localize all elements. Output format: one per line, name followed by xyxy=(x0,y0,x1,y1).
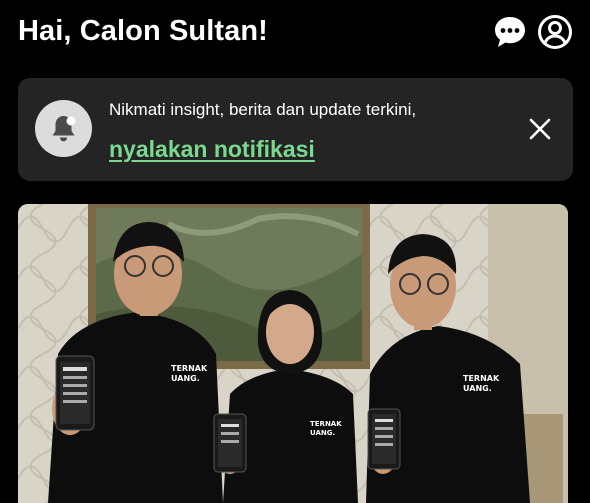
shirt-logo-right-2: UANG. xyxy=(463,384,492,393)
enable-notification-link[interactable]: nyalakan notifikasi xyxy=(109,136,315,163)
close-icon xyxy=(529,118,551,140)
shirt-logo-middle-2: UANG. xyxy=(310,429,335,437)
shirt-logo-middle-1: TERNAK xyxy=(310,420,342,428)
chat-button[interactable] xyxy=(492,14,528,50)
bell-icon xyxy=(52,116,76,142)
close-notification-button[interactable] xyxy=(526,115,554,143)
team-photo: TERNAK UANG. TERNAK UANG. TERNAK UANG. xyxy=(18,204,568,503)
bell-badge xyxy=(35,100,92,157)
shirt-logo-right-1: TERNAK xyxy=(463,374,500,383)
shirt-logo-left-1: TERNAK xyxy=(171,364,208,373)
promo-banner-image[interactable]: TERNAK UANG. TERNAK UANG. TERNAK UANG. xyxy=(18,204,568,503)
notification-message: Nikmati insight, berita dan update terki… xyxy=(109,100,417,119)
chat-bubble-icon xyxy=(495,17,525,47)
app-header: Hai, Calon Sultan! xyxy=(18,12,574,58)
shirt-logo-left-2: UANG. xyxy=(171,374,200,383)
notification-card: Nikmati insight, berita dan update terki… xyxy=(18,78,573,181)
profile-button[interactable] xyxy=(537,14,573,50)
profile-icon xyxy=(538,15,572,49)
greeting-title: Hai, Calon Sultan! xyxy=(18,15,268,47)
